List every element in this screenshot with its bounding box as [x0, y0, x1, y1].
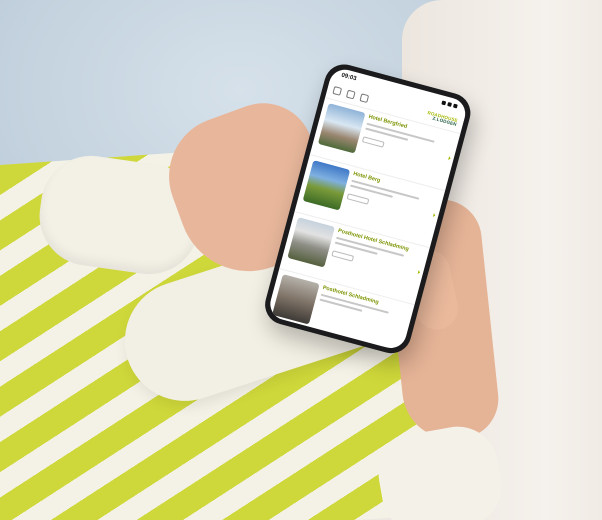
hotel-image	[287, 217, 335, 268]
photo-scene: 09:03 ROADHOUSE Z.LODGEN Hotel Bergfried	[0, 0, 602, 520]
chevron-right-icon	[417, 270, 421, 275]
hotel-image	[302, 160, 351, 211]
hotel-image	[272, 274, 320, 325]
status-time: 09:03	[340, 72, 357, 83]
hotel-tag	[346, 193, 370, 205]
hotel-tag	[331, 250, 355, 262]
map-icon[interactable]	[345, 89, 356, 100]
filter-icon[interactable]	[359, 93, 370, 104]
status-icons	[441, 100, 458, 109]
chevron-right-icon	[448, 156, 452, 161]
hotel-tag	[361, 136, 385, 148]
brand-logo: ROADHOUSE Z.LODGEN	[426, 110, 458, 128]
hotel-image	[317, 103, 366, 154]
search-icon[interactable]	[332, 86, 343, 96]
chevron-right-icon	[432, 213, 436, 218]
